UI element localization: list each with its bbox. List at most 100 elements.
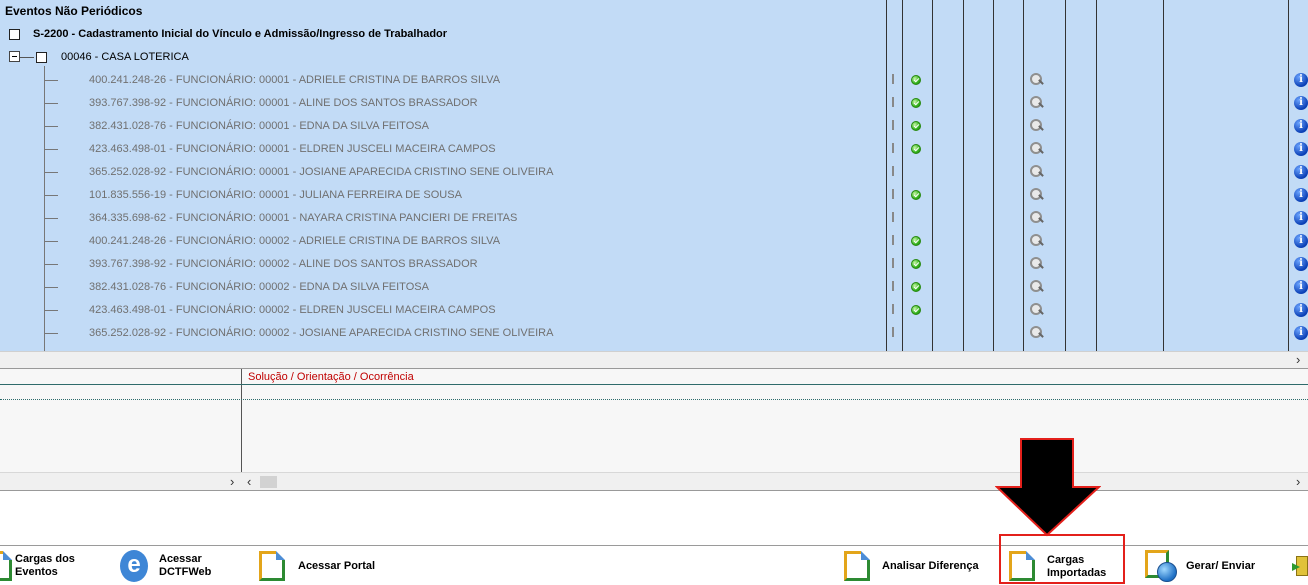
employee-label: 423.463.498-01 - FUNCIONÁRIO: 00001 - EL… (89, 143, 496, 155)
info-icon[interactable]: i (1294, 165, 1308, 179)
tree-connector (44, 80, 58, 81)
info-icon[interactable]: i (1294, 142, 1308, 156)
event-tree-panel: Eventos Não Periódicos S-2200 - Cadastra… (0, 0, 1308, 351)
employee-label: 400.241.248-26 - FUNCIONÁRIO: 00001 - AD… (89, 74, 501, 86)
scroll-left-arrow-icon[interactable]: ‹ (247, 475, 251, 489)
employee-label: 382.431.028-76 - FUNCIONÁRIO: 00001 - ED… (89, 120, 429, 132)
info-icon[interactable]: i (1294, 234, 1308, 248)
employee-row[interactable]: 101.835.556-19 - FUNCIONÁRIO: 00001 - JU… (0, 184, 1308, 207)
acessar-portal-label: Acessar Portal (298, 560, 376, 572)
message-horizontal-scrollbar[interactable]: › ‹ › (0, 472, 1308, 490)
status-marker (892, 304, 894, 314)
status-marker (892, 258, 894, 268)
employee-row[interactable]: 393.767.398-92 - FUNCIONÁRIO: 00002 - AL… (0, 253, 1308, 276)
gerar-enviar-button[interactable]: Gerar/ Enviar (1145, 546, 1285, 585)
magnifier-icon[interactable] (1030, 257, 1044, 271)
scroll-thumb[interactable] (260, 476, 277, 488)
tree-connector (44, 149, 58, 150)
check-ok-icon (911, 236, 921, 246)
exit-button[interactable] (1290, 546, 1308, 585)
info-icon[interactable]: i (1294, 96, 1308, 110)
company-label: 00046 - CASA LOTERICA (61, 51, 189, 63)
status-marker (892, 212, 894, 222)
magnifier-icon[interactable] (1030, 303, 1044, 317)
check-ok-icon (911, 259, 921, 269)
employee-row[interactable]: 382.431.028-76 - FUNCIONÁRIO: 00002 - ED… (0, 276, 1308, 299)
annotation-highlight-box (999, 534, 1125, 584)
header-line (0, 384, 1308, 385)
tree-connector (44, 103, 58, 104)
analisar-diferenca-label: Analisar Diferença (882, 560, 979, 572)
message-column-title: Solução / Orientação / Ocorrência (248, 371, 414, 383)
status-marker (892, 281, 894, 291)
employee-row[interactable]: 423.463.498-01 - FUNCIONÁRIO: 00002 - EL… (0, 299, 1308, 322)
employee-row[interactable]: 423.463.498-01 - FUNCIONÁRIO: 00001 - EL… (0, 138, 1308, 161)
message-footer-area (0, 490, 1308, 509)
employee-row[interactable]: 400.241.248-26 - FUNCIONÁRIO: 00001 - AD… (0, 69, 1308, 92)
tree-connector (44, 241, 58, 242)
employee-row[interactable]: 365.252.028-92 - FUNCIONÁRIO: 00001 - JO… (0, 161, 1308, 184)
status-marker (892, 74, 894, 84)
magnifier-icon[interactable] (1030, 188, 1044, 202)
event-group-row[interactable]: S-2200 - Cadastramento Inicial do Víncul… (0, 23, 1290, 46)
employee-row[interactable]: 382.431.028-76 - FUNCIONÁRIO: 00001 - ED… (0, 115, 1308, 138)
employee-label: 393.767.398-92 - FUNCIONÁRIO: 00001 - AL… (89, 97, 478, 109)
magnifier-icon[interactable] (1030, 280, 1044, 294)
employee-label: 101.835.556-19 - FUNCIONÁRIO: 00001 - JU… (89, 189, 462, 201)
magnifier-icon[interactable] (1030, 165, 1044, 179)
status-marker (892, 189, 894, 199)
globe-upload-icon (1145, 550, 1177, 582)
company-checkbox[interactable] (36, 52, 47, 63)
cargas-eventos-button[interactable]: Cargas dos Eventos (0, 546, 110, 585)
magnifier-icon[interactable] (1030, 211, 1044, 225)
collapse-toggle-icon[interactable] (9, 51, 20, 62)
status-marker (892, 97, 894, 107)
check-ok-icon (911, 144, 921, 154)
info-icon[interactable]: i (1294, 211, 1308, 225)
info-icon[interactable]: i (1294, 303, 1308, 317)
magnifier-icon[interactable] (1030, 73, 1044, 87)
employee-row[interactable]: 400.241.248-26 - FUNCIONÁRIO: 00002 - AD… (0, 230, 1308, 253)
magnifier-icon[interactable] (1030, 119, 1044, 133)
employee-label: 400.241.248-26 - FUNCIONÁRIO: 00002 - AD… (89, 235, 501, 247)
tree-connector (44, 218, 58, 219)
status-marker (892, 235, 894, 245)
employee-row[interactable]: 393.767.398-92 - FUNCIONÁRIO: 00001 - AL… (0, 92, 1308, 115)
gerar-enviar-label: Gerar/ Enviar (1186, 560, 1256, 572)
document-icon (0, 551, 12, 581)
info-icon[interactable]: i (1294, 188, 1308, 202)
tree-connector (44, 287, 58, 288)
exit-door-icon (1292, 556, 1308, 576)
section-title: Eventos Não Periódicos (5, 4, 143, 18)
scroll-right-arrow-icon[interactable]: › (1296, 475, 1300, 489)
employee-row[interactable]: 365.252.028-92 - FUNCIONÁRIO: 00002 - JO… (0, 322, 1308, 345)
employee-row[interactable]: 364.335.698-62 - FUNCIONÁRIO: 00001 - NA… (0, 207, 1308, 230)
info-icon[interactable]: i (1294, 280, 1308, 294)
scroll-right-arrow-icon[interactable]: › (1296, 353, 1300, 367)
document-icon (259, 551, 285, 581)
tree-connector (44, 310, 58, 311)
info-icon[interactable]: i (1294, 326, 1308, 340)
event-checkbox[interactable] (9, 29, 20, 40)
employee-label: 365.252.028-92 - FUNCIONÁRIO: 00001 - JO… (89, 166, 554, 178)
scroll-right-arrow-icon[interactable]: › (230, 475, 234, 489)
acessar-portal-button[interactable]: Acessar Portal (255, 546, 395, 585)
tree-connector (20, 57, 34, 58)
magnifier-icon[interactable] (1030, 326, 1044, 340)
magnifier-icon[interactable] (1030, 234, 1044, 248)
tree-horizontal-scrollbar[interactable]: › (0, 351, 1308, 368)
acessar-dctfweb-button[interactable]: e Acessar DCTFWeb (115, 546, 225, 585)
status-marker (892, 143, 894, 153)
analisar-diferenca-button[interactable]: Analisar Diferença (840, 546, 990, 585)
employee-label: 364.335.698-62 - FUNCIONÁRIO: 00001 - NA… (89, 212, 518, 224)
info-icon[interactable]: i (1294, 119, 1308, 133)
info-icon[interactable]: i (1294, 257, 1308, 271)
acessar-dctfweb-label: Acessar DCTFWeb (159, 553, 212, 578)
company-row[interactable]: 00046 - CASA LOTERICA (0, 46, 1290, 69)
check-ok-icon (911, 282, 921, 292)
magnifier-icon[interactable] (1030, 142, 1044, 156)
tree-connector (44, 126, 58, 127)
magnifier-icon[interactable] (1030, 96, 1044, 110)
tree-connector (44, 172, 58, 173)
info-icon[interactable]: i (1294, 73, 1308, 87)
